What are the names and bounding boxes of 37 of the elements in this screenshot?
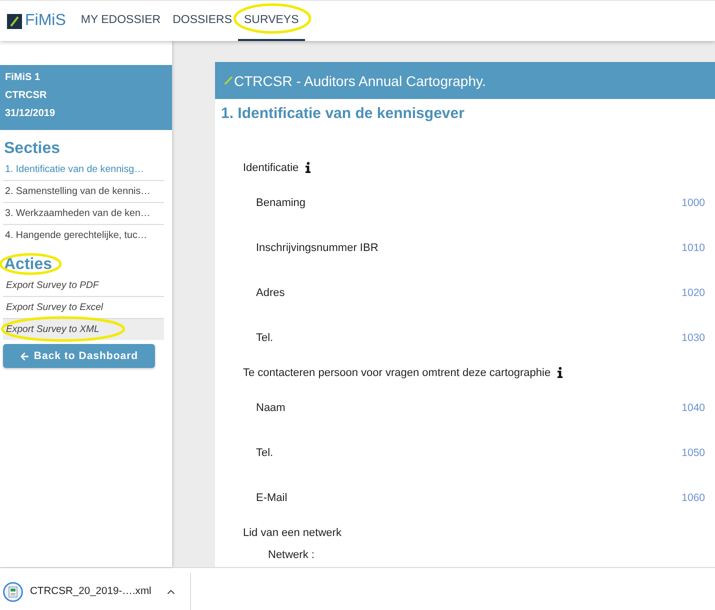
field-label: Naam xyxy=(256,402,286,414)
section-link[interactable]: 4. Hangende gerechtelijke, tuc… xyxy=(3,224,164,246)
logo-icon xyxy=(7,14,22,28)
field-code: 1060 xyxy=(682,492,705,504)
sidebar-heading: Acties xyxy=(4,256,52,273)
field-code: 1030 xyxy=(682,332,705,344)
field-label: E-Mail xyxy=(256,492,288,504)
section-link[interactable]: 2. Samenstelling van de kennis… xyxy=(3,180,164,202)
field-code: 1050 xyxy=(682,446,705,458)
section-title: 1. Identificatie van de kennisgever xyxy=(221,104,466,124)
info-line: FiMiS 1 xyxy=(5,71,42,85)
info-line: 31/12/2019 xyxy=(5,107,56,121)
slash-icon xyxy=(224,76,233,85)
field-label: Adres xyxy=(256,286,285,298)
nav-tab[interactable]: MY EDOSSIER xyxy=(74,1,167,41)
field-label: Netwerk : xyxy=(268,549,314,561)
info-line: CTRCSR xyxy=(5,89,48,103)
field-code: 1000 xyxy=(682,196,705,208)
file-icon xyxy=(3,582,23,602)
field-label: Inschrijvingsnummer IBR xyxy=(256,242,378,254)
arrow-left-icon xyxy=(20,352,29,360)
field-label: Benaming xyxy=(256,196,306,208)
field-code: 1020 xyxy=(682,286,705,298)
survey-title: CTRCSR - Auditors Annual Cartography. xyxy=(234,72,486,88)
field-label: Tel. xyxy=(256,446,274,458)
field-label: Tel. xyxy=(256,332,274,344)
group-label: Identificatie xyxy=(243,162,299,174)
nav-tab[interactable]: DOSSIERS xyxy=(166,1,238,41)
field-code: 1040 xyxy=(682,402,705,414)
section-link[interactable]: 3. Werkzaamheden van de ken… xyxy=(3,202,164,224)
group-label: Lid van een netwerk xyxy=(243,526,342,538)
sidebar-heading: Secties xyxy=(4,140,60,157)
download-filename[interactable]: CTRCSR_20_2019-….xml xyxy=(30,586,152,597)
section-link[interactable]: 1. Identificatie van de kennisg… xyxy=(3,159,164,180)
group-label: Te contacteren persoon voor vragen omtrent deze cartographie xyxy=(243,366,551,378)
logo-text[interactable]: FiMiS xyxy=(25,12,66,30)
field-code: 1010 xyxy=(682,242,705,254)
